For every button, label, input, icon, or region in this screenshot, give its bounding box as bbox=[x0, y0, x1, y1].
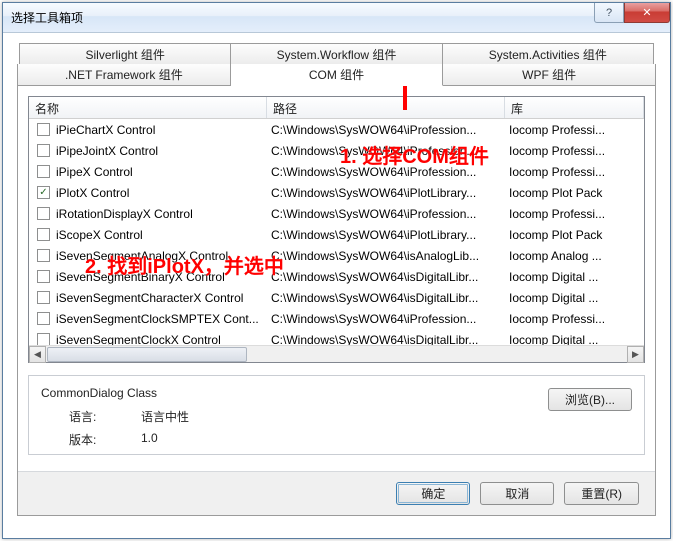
row-name: iSevenSegmentClockX Control bbox=[56, 333, 221, 346]
table-row[interactable]: iSevenSegmentBinaryX Control C:\Windows\S… bbox=[29, 266, 644, 287]
tab-system-workflow[interactable]: System.Workflow 组件 bbox=[231, 43, 442, 65]
row-checkbox[interactable] bbox=[37, 270, 50, 283]
row-path: C:\Windows\SysWOW64\iProfession... bbox=[267, 312, 505, 326]
row-name: iSevenSegmentAnalogX Control bbox=[56, 249, 228, 263]
row-path: C:\Windows\SysWOW64\iPlotLibrary... bbox=[267, 186, 505, 200]
cancel-button[interactable]: 取消 bbox=[480, 482, 554, 505]
row-path: C:\Windows\SysWOW64\iProfession... bbox=[267, 165, 505, 179]
row-name: iSevenSegmentBinaryX Control bbox=[56, 270, 225, 284]
details-ver-value: 1.0 bbox=[141, 431, 158, 448]
row-lib: Iocomp Analog ... bbox=[505, 249, 644, 263]
dialog-buttons: 确定 取消 重置(R) bbox=[18, 471, 655, 515]
row-lib: Iocomp Professi... bbox=[505, 312, 644, 326]
table-row[interactable]: iScopeX Control C:\Windows\SysWOW64\iPlot… bbox=[29, 224, 644, 245]
tab-page-com: 名称 路径 库 iPieChartX Control C:\Windows\Sys… bbox=[17, 86, 656, 516]
tab-system-activities[interactable]: System.Activities 组件 bbox=[443, 43, 654, 65]
close-button[interactable]: ✕ bbox=[624, 3, 670, 23]
help-button[interactable]: ? bbox=[594, 3, 624, 23]
scroll-right-button[interactable]: ▶ bbox=[627, 346, 644, 363]
row-checkbox[interactable] bbox=[37, 249, 50, 262]
window-title: 选择工具箱项 bbox=[3, 9, 83, 26]
close-icon: ✕ bbox=[642, 6, 651, 19]
tab-net-framework[interactable]: .NET Framework 组件 bbox=[17, 64, 231, 86]
table-row[interactable]: iPieChartX Control C:\Windows\SysWOW64\iP… bbox=[29, 119, 644, 140]
row-lib: Iocomp Digital ... bbox=[505, 291, 644, 305]
row-lib: Iocomp Plot Pack bbox=[505, 186, 644, 200]
row-name: iPieChartX Control bbox=[56, 123, 155, 137]
row-path: C:\Windows\SysWOW64\isDigitalLibr... bbox=[267, 333, 505, 346]
list-header: 名称 路径 库 bbox=[29, 97, 644, 119]
table-row[interactable]: iSevenSegmentAnalogX Control C:\Windows\S… bbox=[29, 245, 644, 266]
table-row[interactable]: iRotationDisplayX Control C:\Windows\SysW… bbox=[29, 203, 644, 224]
ok-button[interactable]: 确定 bbox=[396, 482, 470, 505]
tab-com[interactable]: COM 组件 bbox=[231, 64, 444, 86]
table-row[interactable]: iSevenSegmentClockSMPTEX Cont... C:\Windo… bbox=[29, 308, 644, 329]
dialog-window: 选择工具箱项 ? ✕ Silverlight 组件 System.Workflo… bbox=[2, 2, 671, 539]
row-name: iScopeX Control bbox=[56, 228, 143, 242]
reset-button[interactable]: 重置(R) bbox=[564, 482, 639, 505]
row-name: iSevenSegmentClockSMPTEX Cont... bbox=[56, 312, 259, 326]
help-icon: ? bbox=[606, 7, 612, 19]
tab-wpf[interactable]: WPF 组件 bbox=[443, 64, 656, 86]
tab-silverlight[interactable]: Silverlight 组件 bbox=[19, 43, 231, 65]
table-row[interactable]: ✓ iPlotX Control C:\Windows\SysWOW64\iPlot… bbox=[29, 182, 644, 203]
row-checkbox[interactable] bbox=[37, 228, 50, 241]
client-area: Silverlight 组件 System.Workflow 组件 System… bbox=[3, 33, 670, 538]
details-group: CommonDialog Class 语言: 语言中性 版本: 1.0 浏览(B… bbox=[28, 375, 645, 455]
table-row[interactable]: iPipeJointX Control C:\Windows\SysWOW64\i… bbox=[29, 140, 644, 161]
list-body[interactable]: iPieChartX Control C:\Windows\SysWOW64\iP… bbox=[29, 119, 644, 345]
row-checkbox[interactable] bbox=[37, 312, 50, 325]
row-path: C:\Windows\SysWOW64\iProfession... bbox=[267, 207, 505, 221]
row-path: C:\Windows\SysWOW64\isAnalogLib... bbox=[267, 249, 505, 263]
details-lang-label: 语言: bbox=[69, 408, 141, 425]
row-name: iRotationDisplayX Control bbox=[56, 207, 193, 221]
row-name: iSevenSegmentCharacterX Control bbox=[56, 291, 243, 305]
table-row[interactable]: iSevenSegmentClockX Control C:\Windows\Sy… bbox=[29, 329, 644, 345]
hscrollbar[interactable]: ◀ ▶ bbox=[29, 345, 644, 362]
row-lib: Iocomp Professi... bbox=[505, 165, 644, 179]
table-row[interactable]: iPipeX Control C:\Windows\SysWOW64\iProfe… bbox=[29, 161, 644, 182]
browse-button[interactable]: 浏览(B)... bbox=[548, 388, 632, 411]
row-path: C:\Windows\SysWOW64\iProfession... bbox=[267, 144, 505, 158]
tab-control: Silverlight 组件 System.Workflow 组件 System… bbox=[17, 43, 656, 516]
row-path: C:\Windows\SysWOW64\iPlotLibrary... bbox=[267, 228, 505, 242]
row-lib: Iocomp Professi... bbox=[505, 207, 644, 221]
row-lib: Iocomp Professi... bbox=[505, 123, 644, 137]
col-path[interactable]: 路径 bbox=[267, 97, 505, 118]
details-classname: CommonDialog Class bbox=[41, 386, 630, 400]
row-path: C:\Windows\SysWOW64\isDigitalLibr... bbox=[267, 291, 505, 305]
scroll-thumb[interactable] bbox=[47, 347, 247, 362]
row-name: iPipeJointX Control bbox=[56, 144, 158, 158]
table-row[interactable]: iSevenSegmentCharacterX Control C:\Window… bbox=[29, 287, 644, 308]
row-name: iPlotX Control bbox=[56, 186, 129, 200]
row-checkbox[interactable] bbox=[37, 207, 50, 220]
titlebar: 选择工具箱项 ? ✕ bbox=[3, 3, 670, 33]
row-path: C:\Windows\SysWOW64\iProfession... bbox=[267, 123, 505, 137]
col-lib[interactable]: 库 bbox=[505, 97, 644, 118]
row-checkbox[interactable] bbox=[37, 165, 50, 178]
row-checkbox[interactable]: ✓ bbox=[37, 186, 50, 199]
row-lib: Iocomp Digital ... bbox=[505, 333, 644, 346]
row-name: iPipeX Control bbox=[56, 165, 133, 179]
row-lib: Iocomp Digital ... bbox=[505, 270, 644, 284]
row-lib: Iocomp Plot Pack bbox=[505, 228, 644, 242]
component-list: 名称 路径 库 iPieChartX Control C:\Windows\Sys… bbox=[28, 96, 645, 363]
row-checkbox[interactable] bbox=[37, 333, 50, 345]
row-checkbox[interactable] bbox=[37, 291, 50, 304]
row-checkbox[interactable] bbox=[37, 123, 50, 136]
row-path: C:\Windows\SysWOW64\isDigitalLibr... bbox=[267, 270, 505, 284]
row-checkbox[interactable] bbox=[37, 144, 50, 157]
details-lang-value: 语言中性 bbox=[141, 408, 189, 425]
details-ver-label: 版本: bbox=[69, 431, 141, 448]
col-name[interactable]: 名称 bbox=[29, 97, 267, 118]
row-lib: Iocomp Professi... bbox=[505, 144, 644, 158]
scroll-left-button[interactable]: ◀ bbox=[29, 346, 46, 363]
